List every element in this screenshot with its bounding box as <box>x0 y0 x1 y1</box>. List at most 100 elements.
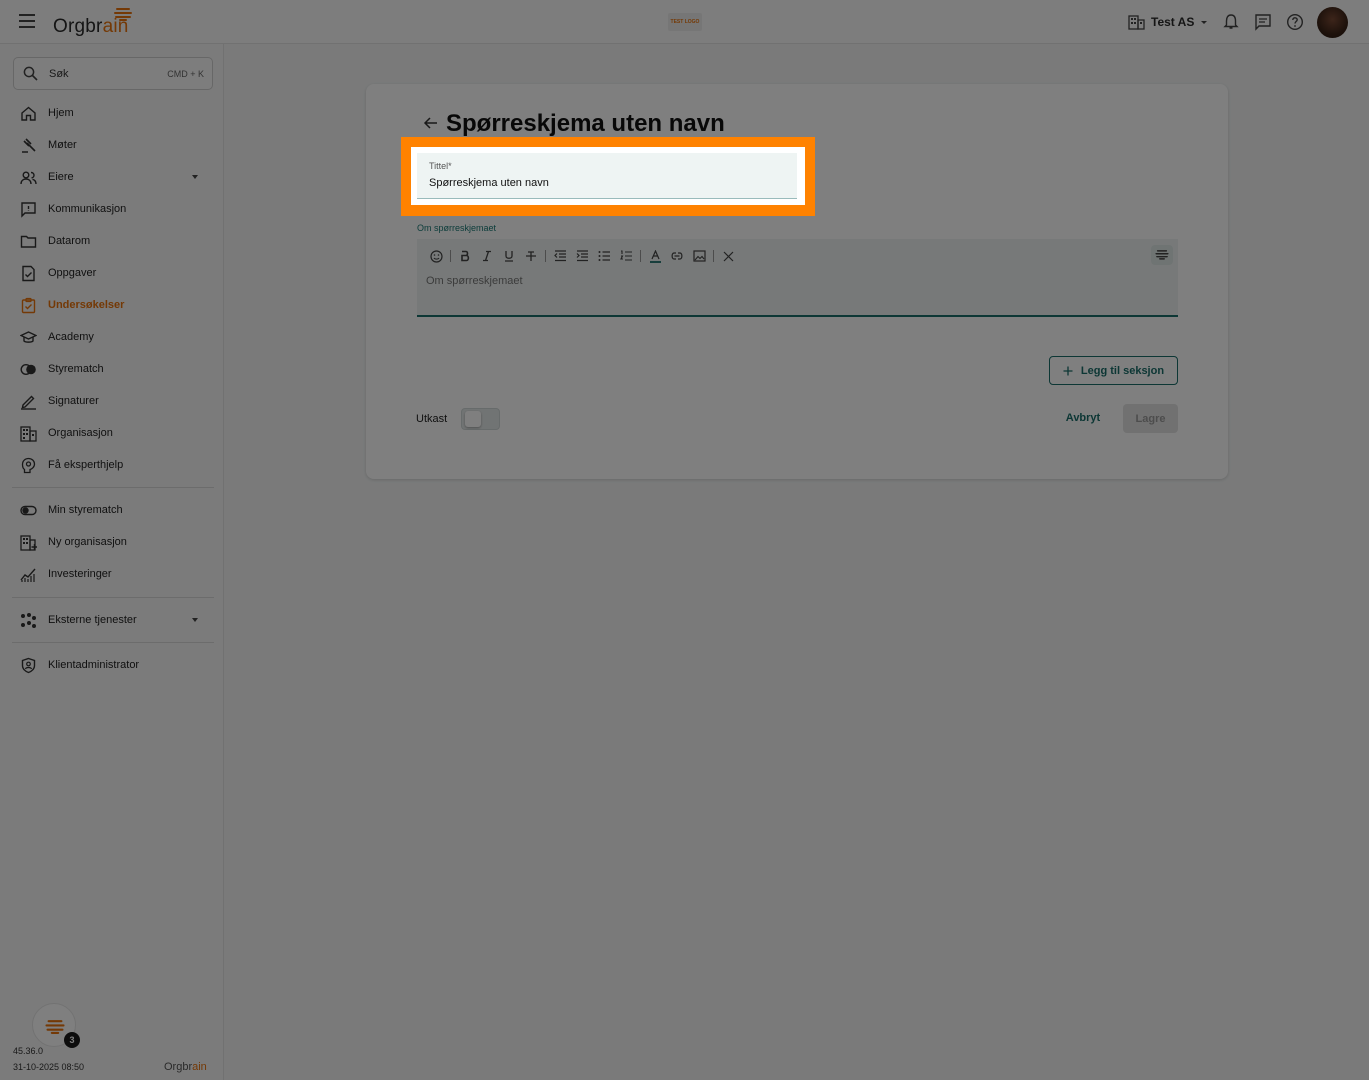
title-field-value[interactable]: Spørreskjema uten navn <box>429 177 549 189</box>
user-avatar[interactable] <box>1317 7 1348 38</box>
image-icon[interactable] <box>688 248 710 264</box>
sidebar-item-label: Undersøkelser <box>48 299 125 311</box>
folder-icon <box>20 235 37 248</box>
sidebar-item-datarom[interactable]: Datarom <box>0 225 224 257</box>
survey-icon <box>21 297 36 314</box>
menu-icon[interactable] <box>19 14 35 28</box>
sidebar-item-academy[interactable]: Academy <box>0 321 224 353</box>
sidebar-item-min-styrematch[interactable]: Min styrematch <box>0 494 224 526</box>
toolbar-separator <box>450 250 451 262</box>
sidebar-item-label: Styrematch <box>48 363 104 375</box>
sidebar-divider <box>12 642 214 643</box>
sidebar-item-moter[interactable]: Møter <box>0 129 224 161</box>
graduation-cap-icon <box>20 331 37 343</box>
add-section-button[interactable]: Legg til seksjon <box>1049 356 1178 385</box>
bold-icon[interactable] <box>454 248 476 264</box>
sidebar-item-investeringer[interactable]: Investeringer <box>0 558 224 590</box>
back-arrow-icon[interactable] <box>423 115 439 131</box>
brain-icon <box>1155 250 1169 260</box>
emoji-icon[interactable] <box>425 248 447 264</box>
logo-text-accent: ain <box>192 1061 207 1073</box>
search-shortcut: CMD + K <box>167 69 204 79</box>
sidebar-item-label: Organisasjon <box>48 427 113 439</box>
sidebar-item-kommunikasjon[interactable]: Kommunikasjon <box>0 193 224 225</box>
sidebar-item-styrematch[interactable]: Styrematch <box>0 353 224 385</box>
logo-text: Orgbr <box>53 16 103 37</box>
about-rich-text-editor[interactable]: Om spørreskjemaet <box>417 239 1178 317</box>
test-logo[interactable]: TEST LOGO <box>668 13 702 31</box>
save-button[interactable]: Lagre <box>1123 404 1178 433</box>
draft-label: Utkast <box>416 413 448 425</box>
expert-icon <box>21 457 36 474</box>
footer-logo: Orgbrain <box>164 1061 207 1073</box>
sidebar-item-label: Kommunikasjon <box>48 203 127 215</box>
sidebar-item-label: Møter <box>48 139 77 151</box>
editor-toolbar <box>425 248 739 264</box>
about-placeholder: Om spørreskjemaet <box>426 275 523 287</box>
sidebar-item-label: Få eksperthjelp <box>48 459 124 471</box>
sidebar-item-eksperthjelp[interactable]: Få eksperthjelp <box>0 449 224 481</box>
people-icon <box>20 171 37 185</box>
sidebar-item-klientadministrator[interactable]: Klientadministrator <box>0 649 224 681</box>
building-add-icon <box>20 535 37 551</box>
chevron-down-icon[interactable] <box>192 175 198 179</box>
sidebar-item-eiere[interactable]: Eiere <box>0 161 224 193</box>
link-icon[interactable] <box>666 248 688 264</box>
bell-icon[interactable] <box>1222 13 1240 31</box>
strikethrough-icon[interactable] <box>520 248 542 264</box>
underline-icon[interactable] <box>498 248 520 264</box>
building-icon <box>1128 15 1145 30</box>
building-icon <box>20 426 37 442</box>
cancel-button[interactable]: Avbryt <box>1058 412 1108 424</box>
plus-icon <box>1063 366 1073 375</box>
sidebar-item-signaturer[interactable]: Signaturer <box>0 385 224 417</box>
sidebar-item-label: Hjem <box>48 107 74 119</box>
notification-badge: 3 <box>64 1032 80 1048</box>
task-icon <box>22 265 35 282</box>
organization-switcher[interactable]: Test AS <box>1128 12 1208 32</box>
brain-icon <box>114 8 132 21</box>
search-input[interactable]: Søk CMD + K <box>13 57 213 90</box>
sidebar-item-label: Min styrematch <box>48 504 123 516</box>
build-date: 31-10-2025 08:50 <box>13 1062 85 1072</box>
sidebar-item-label: Klientadministrator <box>48 659 140 671</box>
sidebar-item-label: Datarom <box>48 235 91 247</box>
sidebar-divider <box>12 487 214 488</box>
pen-icon <box>21 395 36 410</box>
bullet-list-icon[interactable] <box>593 248 615 264</box>
toggle-knob <box>465 411 481 427</box>
chart-icon <box>20 568 36 582</box>
indent-decrease-icon[interactable] <box>549 248 571 264</box>
sidebar-item-label: Eiere <box>48 171 74 183</box>
sidebar-item-label: Investeringer <box>48 568 112 580</box>
page-title: Spørreskjema uten navn <box>446 110 725 137</box>
add-section-label: Legg til seksjon <box>1080 364 1165 377</box>
text-color-icon[interactable] <box>644 248 666 264</box>
home-icon <box>21 106 36 121</box>
draft-toggle[interactable] <box>461 408 500 430</box>
sidebar-item-undersokelser[interactable]: Undersøkelser <box>0 289 224 321</box>
organization-name: Test AS <box>1151 15 1195 29</box>
sidebar-item-organisasjon[interactable]: Organisasjon <box>0 417 224 449</box>
italic-icon[interactable] <box>476 248 498 264</box>
about-field-label: Om spørreskjemaet <box>417 223 497 233</box>
gavel-icon <box>22 138 36 153</box>
ai-assist-button[interactable] <box>1151 245 1173 265</box>
sidebar-item-eksterne-tjenester[interactable]: Eksterne tjenester <box>0 604 224 636</box>
title-field-label: Tittel* <box>429 161 452 171</box>
title-field[interactable]: Tittel* Spørreskjema uten navn <box>417 153 797 199</box>
toolbar-separator <box>640 250 641 262</box>
brain-icon <box>45 1020 65 1034</box>
clear-format-icon[interactable] <box>717 248 739 264</box>
help-icon[interactable] <box>1286 13 1304 31</box>
sidebar-item-label: Ny organisasjon <box>48 536 127 548</box>
numbered-list-icon[interactable] <box>615 248 637 264</box>
sidebar-item-hjem[interactable]: Hjem <box>0 97 224 129</box>
search-icon <box>23 66 38 81</box>
apps-icon <box>21 613 36 628</box>
indent-increase-icon[interactable] <box>571 248 593 264</box>
sidebar-item-oppgaver[interactable]: Oppgaver <box>0 257 224 289</box>
chat-icon[interactable] <box>1254 13 1272 31</box>
sidebar-item-ny-organisasjon[interactable]: Ny organisasjon <box>0 526 224 558</box>
chevron-down-icon[interactable] <box>192 618 198 622</box>
